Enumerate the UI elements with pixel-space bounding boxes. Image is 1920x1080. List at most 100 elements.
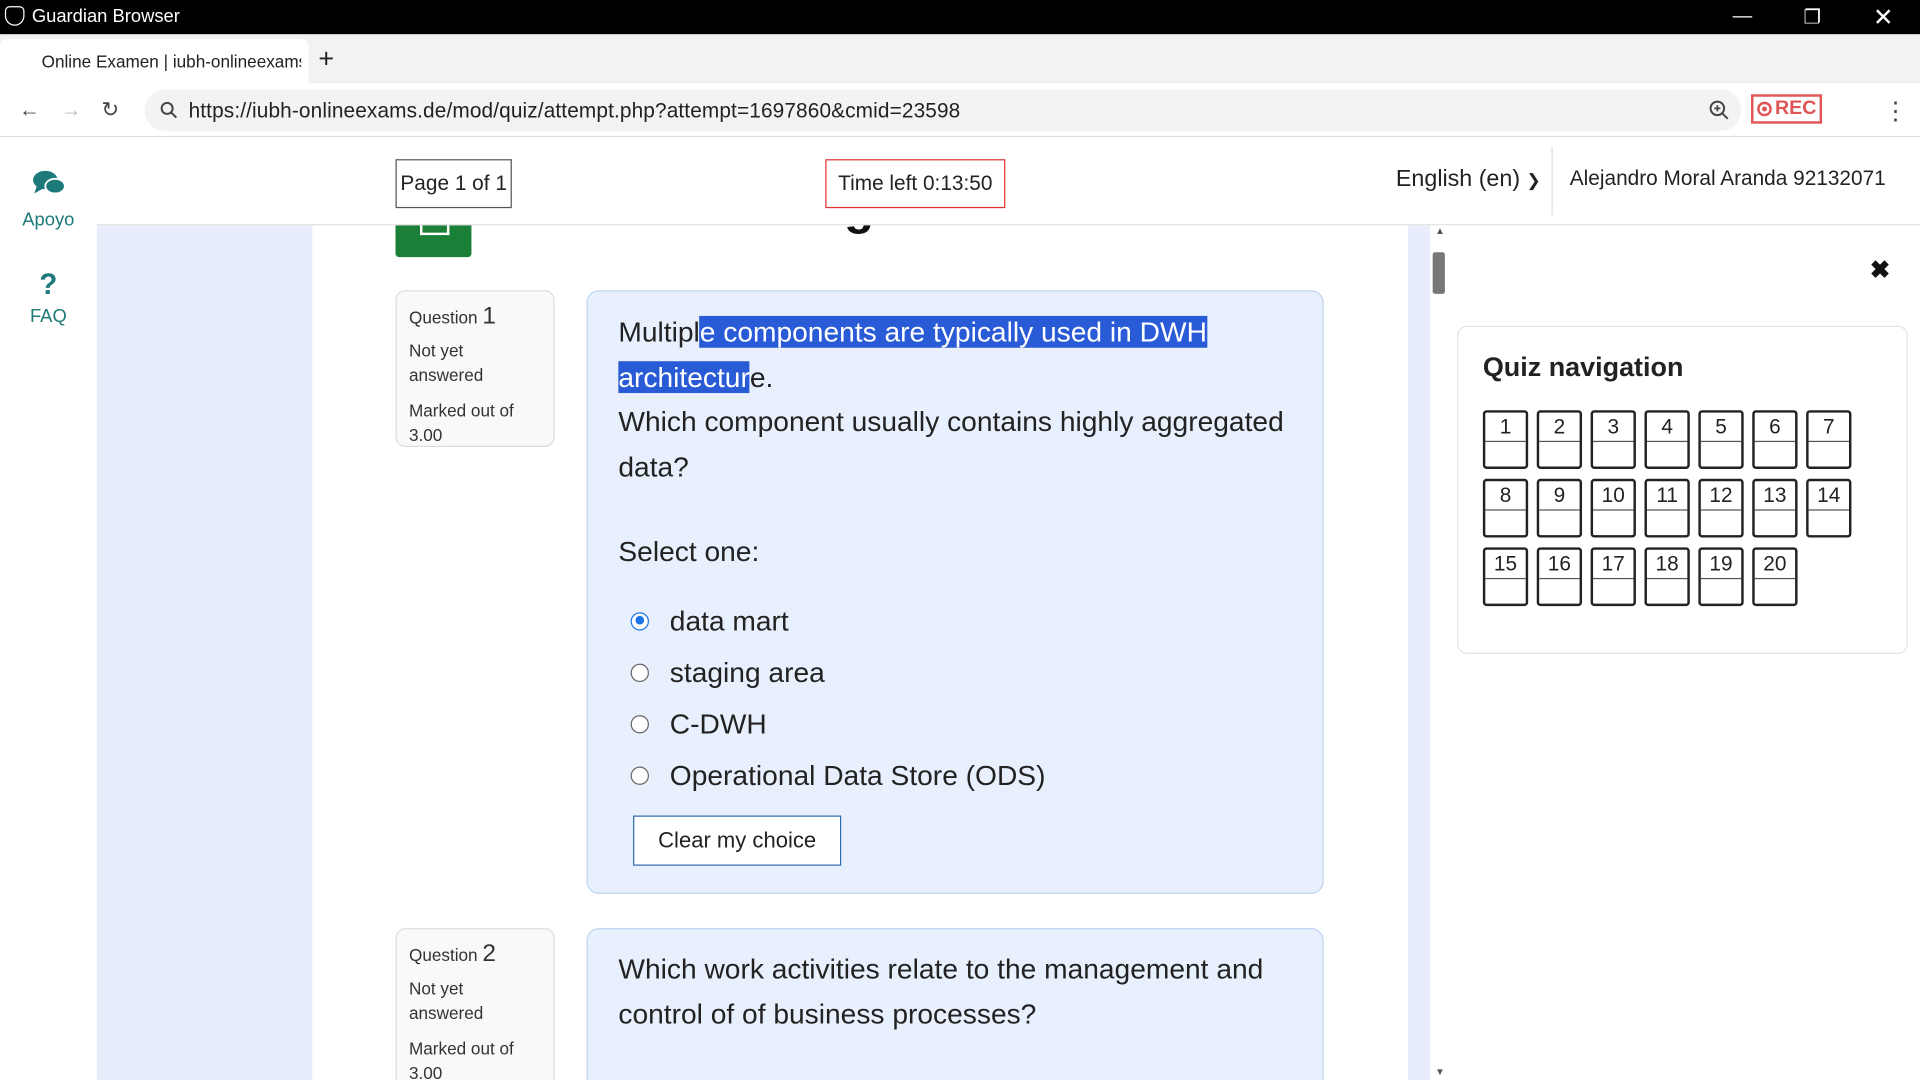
window-title-bar: Guardian Browser — ❐ ✕ xyxy=(0,0,1920,35)
browser-menu-icon[interactable]: ⋮ xyxy=(1883,96,1907,127)
record-dot-icon xyxy=(1756,101,1772,117)
quiz-nav-button[interactable]: 2 xyxy=(1536,410,1583,469)
quiz-nav-number: 3 xyxy=(1593,413,1634,443)
back-button[interactable]: ← xyxy=(15,96,44,125)
scroll-up-icon[interactable]: ▲ xyxy=(1435,225,1445,236)
quiz-nav-button[interactable]: 8 xyxy=(1482,478,1529,538)
question-prompt: Which component usually contains highly … xyxy=(618,405,1284,482)
zoom-icon[interactable] xyxy=(1708,99,1730,121)
quiz-nav-number: 4 xyxy=(1646,413,1688,443)
answer-option[interactable]: C-DWH xyxy=(630,705,767,742)
quiz-nav-button[interactable]: 17 xyxy=(1590,547,1636,607)
question-1-card: Multiple components are typically used i… xyxy=(586,290,1324,894)
question-text-part: Multipl xyxy=(618,315,700,348)
quiz-nav-number: 9 xyxy=(1539,481,1580,511)
timer: Time left 0:13:50 xyxy=(825,159,1006,209)
quiz-nav-number: 17 xyxy=(1593,550,1634,580)
quiz-navigation-title: Quiz navigation xyxy=(1482,351,1684,383)
sidebar-item-apoyo[interactable]: Apoyo xyxy=(0,169,97,230)
user-name[interactable]: Alejandro Moral Aranda 92132071 xyxy=(1570,167,1886,191)
answer-option-label: C-DWH xyxy=(669,707,767,740)
quiz-nav-button[interactable]: 15 xyxy=(1482,547,1529,607)
language-label: English (en) xyxy=(1395,166,1521,193)
select-one-label: Select one: xyxy=(618,535,760,567)
answer-option[interactable]: Operational Data Store (ODS) xyxy=(630,757,1045,794)
tab-strip: Online Examen | iubh-onlineexams.de + xyxy=(0,34,1920,84)
answer-option[interactable]: staging area xyxy=(630,654,825,691)
quiz-nav-button[interactable]: 11 xyxy=(1644,478,1690,538)
window-close-button[interactable]: ✕ xyxy=(1855,0,1911,34)
support-sidebar: Apoyo ? FAQ xyxy=(0,137,97,1080)
page-scrollbar[interactable]: ▲ ▼ xyxy=(1430,225,1450,1080)
quiz-nav-button[interactable]: 16 xyxy=(1536,547,1583,607)
scroll-down-icon[interactable]: ▼ xyxy=(1435,1067,1445,1078)
close-icon[interactable]: ✖ xyxy=(1870,255,1891,286)
quiz-nav-button[interactable]: 7 xyxy=(1806,410,1852,469)
search-icon xyxy=(160,101,178,119)
new-tab-button[interactable]: + xyxy=(318,45,334,72)
question-text-part: e. xyxy=(749,360,774,393)
question-marks: Marked out of 3.00 xyxy=(408,400,514,445)
quiz-nav-button[interactable]: 10 xyxy=(1590,478,1636,538)
question-2-card: Which work activities relate to the mana… xyxy=(586,928,1324,1080)
minimize-button[interactable]: — xyxy=(1714,0,1770,34)
address-bar[interactable]: https://iubh-onlineexams.de/mod/quiz/att… xyxy=(144,89,1742,132)
quiz-nav-number: 2 xyxy=(1539,413,1580,443)
quiz-nav-number: 8 xyxy=(1485,481,1526,511)
radio-button[interactable] xyxy=(630,765,649,785)
answer-option[interactable]: data mart xyxy=(630,602,789,639)
reload-button[interactable]: ↻ xyxy=(96,96,125,125)
quiz-nav-number: 1 xyxy=(1485,413,1526,443)
quiz-nav-number: 11 xyxy=(1646,481,1688,511)
url-text: https://iubh-onlineexams.de/mod/quiz/att… xyxy=(188,99,961,123)
question-text: Which work activities relate to the mana… xyxy=(618,952,1264,1030)
quiz-nav-button[interactable]: 6 xyxy=(1752,410,1798,469)
radio-button[interactable] xyxy=(630,663,649,682)
quiz-nav-button[interactable]: 3 xyxy=(1590,410,1636,469)
sidebar-item-faq[interactable]: ? FAQ xyxy=(0,269,97,327)
quiz-nav-number: 20 xyxy=(1754,550,1796,580)
sidebar-label-faq: FAQ xyxy=(29,306,67,327)
radio-button[interactable] xyxy=(630,714,649,733)
quiz-nav-button[interactable]: 9 xyxy=(1536,478,1583,538)
question-text: Multiple components are typically used i… xyxy=(618,310,1304,489)
quiz-nav-button[interactable]: 13 xyxy=(1752,478,1798,538)
quiz-nav-number: 13 xyxy=(1754,481,1796,511)
quiz-nav-button[interactable]: 1 xyxy=(1482,410,1529,469)
answer-option-label: data mart xyxy=(669,604,789,637)
quiz-nav-button[interactable]: 14 xyxy=(1806,478,1852,538)
question-2-info: Question 2 Not yet answered Marked out o… xyxy=(395,928,555,1080)
radio-button-selected[interactable] xyxy=(630,611,649,631)
chat-bubbles-icon xyxy=(32,170,66,195)
quiz-nav-button[interactable]: 5 xyxy=(1698,410,1744,469)
question-number-value: 2 xyxy=(482,940,496,968)
quiz-nav-number: 12 xyxy=(1700,481,1742,511)
quiz-header: Page 1 of 1 Time left 0:13:50 English (e… xyxy=(96,137,1920,226)
answer-option-label: staging area xyxy=(669,656,825,689)
guardian-shield-icon xyxy=(4,6,25,26)
scrollbar-thumb[interactable] xyxy=(1432,252,1445,294)
question-icon: ? xyxy=(39,268,58,302)
question-number: Question 1 xyxy=(409,302,541,330)
quiz-nav-number: 15 xyxy=(1485,550,1526,580)
page-indicator: Page 1 of 1 xyxy=(395,159,512,209)
quiz-nav-button[interactable]: 12 xyxy=(1698,478,1744,538)
forward-button[interactable]: → xyxy=(56,96,85,125)
clear-choice-button[interactable]: Clear my choice xyxy=(633,815,842,866)
quiz-nav-number: 16 xyxy=(1539,550,1580,580)
recording-indicator: REC xyxy=(1751,94,1823,124)
quiz-nav-number: 18 xyxy=(1646,550,1688,580)
quiz-nav-button[interactable]: 19 xyxy=(1698,547,1744,607)
question-number: Question 2 xyxy=(409,940,541,968)
quiz-nav-number: 5 xyxy=(1700,413,1742,443)
quiz-nav-button[interactable]: 20 xyxy=(1752,547,1798,607)
language-selector[interactable]: English (en) ❯ xyxy=(1396,167,1541,194)
browser-tab[interactable]: Online Examen | iubh-onlineexams.de xyxy=(0,39,309,84)
app-name: Guardian Browser xyxy=(31,6,180,27)
quiz-nav-button[interactable]: 18 xyxy=(1644,547,1690,607)
answer-option-label: Operational Data Store (ODS) xyxy=(669,759,1046,792)
quiz-nav-number: 10 xyxy=(1593,481,1634,511)
restore-button[interactable]: ❐ xyxy=(1784,0,1840,34)
quiz-nav-button[interactable]: 4 xyxy=(1644,410,1690,469)
rec-label: REC xyxy=(1775,97,1817,119)
